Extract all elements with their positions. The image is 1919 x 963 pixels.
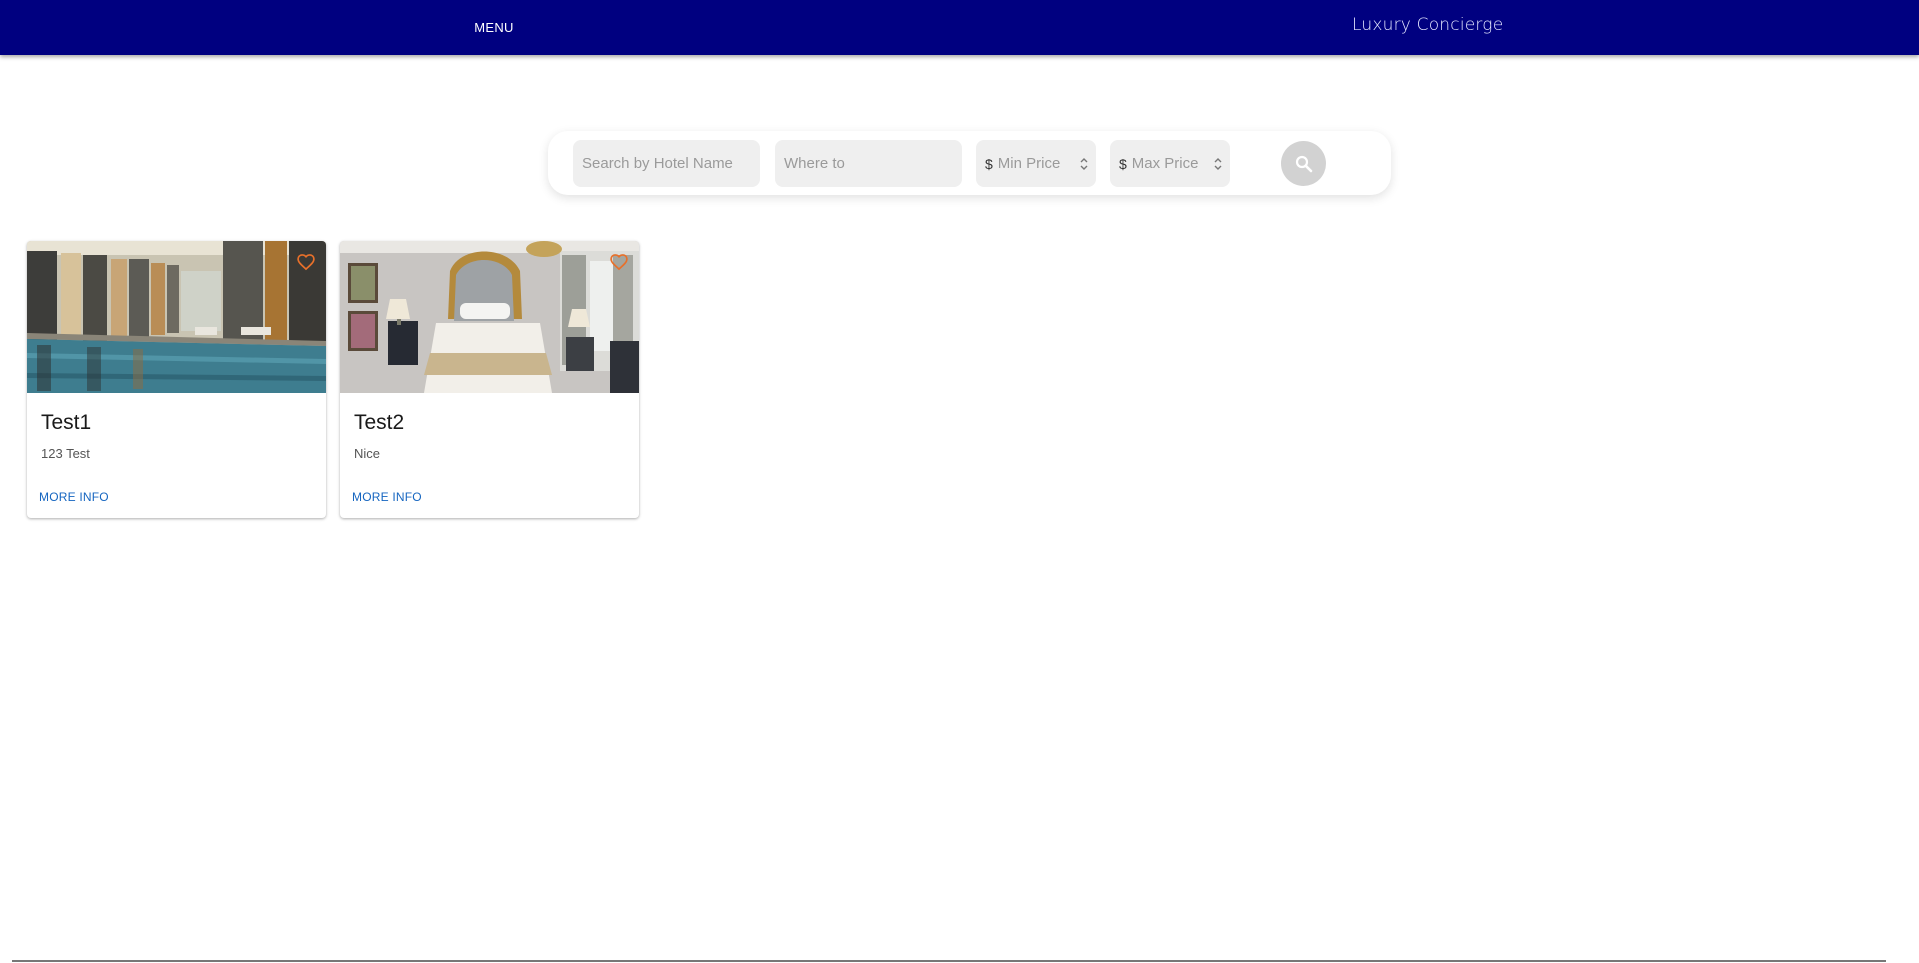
currency-symbol: $ bbox=[985, 155, 993, 172]
footer-divider bbox=[12, 960, 1886, 962]
more-info-button[interactable]: MORE INFO bbox=[348, 486, 426, 508]
menu-button[interactable]: MENU bbox=[459, 10, 529, 44]
max-price-field: $ bbox=[1110, 140, 1230, 187]
spinner-arrows-icon[interactable] bbox=[1212, 155, 1224, 173]
hotel-description: 123 Test bbox=[41, 446, 90, 461]
hotel-image-bedroom bbox=[340, 241, 639, 393]
min-price-input[interactable] bbox=[992, 140, 1078, 187]
hotel-title: Test2 bbox=[354, 411, 405, 434]
hotel-title: Test1 bbox=[41, 411, 92, 434]
brand-title: Luxury Concierge bbox=[1352, 15, 1504, 35]
search-bar: $ $ bbox=[548, 131, 1391, 195]
min-price-field: $ bbox=[976, 140, 1096, 187]
app-bar: MENU Luxury Concierge bbox=[0, 0, 1919, 55]
hotel-card: Test1 123 Test MORE INFO bbox=[27, 241, 326, 518]
hotel-name-field bbox=[573, 140, 760, 187]
hotel-card: Test2 Nice MORE INFO bbox=[340, 241, 639, 518]
hotel-image-pool bbox=[27, 241, 326, 393]
favorite-heart-icon[interactable] bbox=[296, 252, 316, 272]
hotel-name-input[interactable] bbox=[573, 140, 760, 187]
search-button[interactable] bbox=[1281, 141, 1326, 186]
max-price-input[interactable] bbox=[1126, 140, 1212, 187]
more-info-button[interactable]: MORE INFO bbox=[35, 486, 113, 508]
destination-input[interactable] bbox=[775, 140, 962, 187]
currency-symbol: $ bbox=[1119, 155, 1127, 172]
hotel-description: Nice bbox=[354, 446, 381, 461]
spinner-arrows-icon[interactable] bbox=[1078, 155, 1090, 173]
destination-field bbox=[775, 140, 962, 187]
favorite-heart-icon[interactable] bbox=[609, 252, 629, 272]
search-icon bbox=[1295, 155, 1312, 172]
